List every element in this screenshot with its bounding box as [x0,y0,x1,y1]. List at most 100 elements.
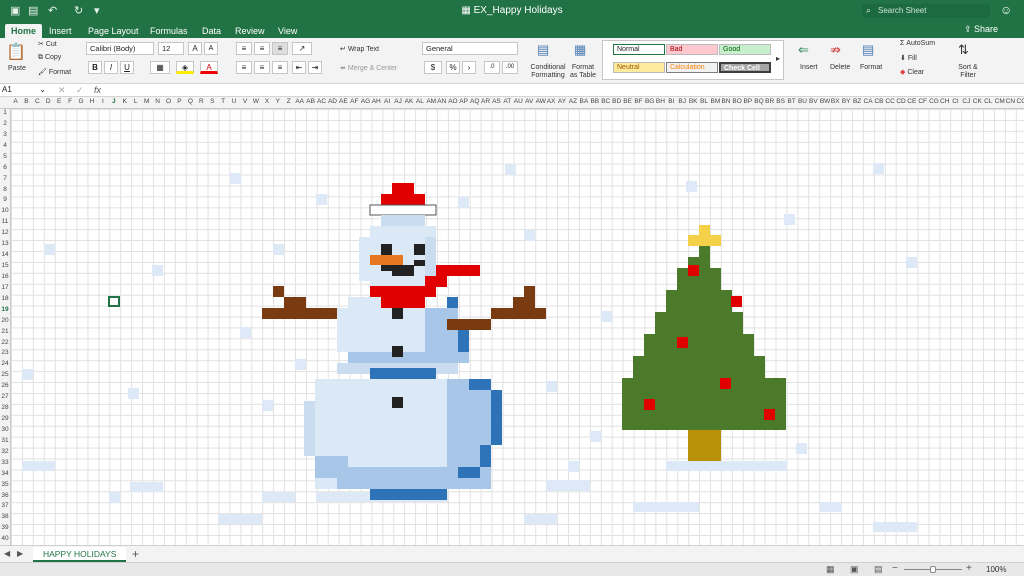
feedback-smiley-icon[interactable]: ☺ [1000,3,1012,17]
align-left-button[interactable]: ≡ [236,61,252,74]
title-bar: ▣ ▤ ↶ ↻ ▾ ▦ EX_Happy Holidays ⌕ Search Sh… [0,0,1024,22]
clear-button[interactable]: ◆ Clear [900,68,924,76]
number-format-select[interactable]: General [422,42,518,55]
ribbon: 📋 Paste ✂ Cut ⧉ Copy 🖌 Format Calibri (B… [0,38,1024,84]
fill-color-button[interactable]: ◈ [176,61,194,74]
page-break-view-icon[interactable]: ▤ [874,564,883,575]
cut-label: Cut [45,41,57,48]
christmas-tree-pixel-art [622,225,786,461]
tab-page-layout[interactable]: Page Layout [82,24,145,38]
status-bar: ▦ ▣ ▤ − + 100% [0,562,1024,576]
paste-button[interactable]: Paste [8,65,26,72]
copy-icon: ⧉ [38,54,45,61]
format-painter-label: Format [48,69,72,76]
share-button[interactable]: ⇪ Share [964,24,998,35]
sheet-tab-happy-holidays[interactable]: HAPPY HOLIDAYS [33,547,127,562]
wrap-text-button[interactable]: ↵ Wrap Text [340,45,379,53]
fill-button[interactable]: ⬇ Fill [900,54,917,62]
tab-data[interactable]: Data [196,24,227,38]
tab-home[interactable]: Home [5,24,43,38]
style-normal[interactable]: Normal [613,44,665,55]
formula-input[interactable] [108,85,1018,96]
style-calculation[interactable]: Calculation [666,62,718,73]
ribbon-tabs: Home Insert Page Layout Formulas Data Re… [0,22,1024,38]
search-placeholder: Search Sheet [878,6,927,15]
next-sheet-icon[interactable]: ▶ [17,549,23,558]
add-sheet-button[interactable]: + [132,547,139,561]
currency-button[interactable]: $ [424,61,442,74]
format-as-table-icon[interactable]: ▦ [574,42,586,58]
name-box-value: A1 [2,85,12,94]
increase-font-button[interactable]: A [188,42,202,55]
zoom-level[interactable]: 100% [986,565,1006,574]
share-icon: ⇪ [964,24,975,34]
merge-center-button[interactable]: ⬌ Merge & Center [340,64,397,72]
align-right-button[interactable]: ≡ [272,61,288,74]
format-cells-icon[interactable]: ▤ [862,42,874,58]
autosum-button[interactable]: Σ AutoSum [900,40,935,47]
formula-bar: A1 ⌄ ✕ ✓ fx [0,84,1024,97]
cancel-icon[interactable]: ✕ [58,85,66,96]
font-color-button[interactable]: A [200,61,218,74]
bold-button[interactable]: B [88,61,102,74]
prev-sheet-icon[interactable]: ◀ [4,549,10,558]
delete-cells-button[interactable]: Delete [830,64,850,71]
search-sheet-input[interactable]: ⌕ Search Sheet [862,4,990,18]
sort-filter-button[interactable]: Sort & Filter [952,64,984,80]
decrease-decimal-button[interactable]: .00 [502,61,518,74]
page-layout-view-icon[interactable]: ▣ [850,564,859,575]
decrease-font-button[interactable]: A [204,42,218,55]
name-box[interactable]: A1 ⌄ [2,85,48,96]
font-family-select[interactable]: Calibri (Body) [86,42,154,55]
style-neutral[interactable]: Neutral [613,62,665,73]
style-bad[interactable]: Bad [666,44,718,55]
borders-button[interactable]: ▦ [150,61,170,74]
tab-view[interactable]: View [272,24,303,38]
align-center-button[interactable]: ≡ [254,61,270,74]
font-size-select[interactable]: 12 [158,42,184,55]
style-good[interactable]: Good [719,44,771,55]
tab-formulas[interactable]: Formulas [144,24,194,38]
fill-label: Fill [907,55,917,62]
comma-button[interactable]: › [462,61,476,74]
zoom-slider-thumb[interactable] [930,566,936,573]
sort-filter-icon[interactable]: ⇅ [958,42,969,58]
orientation-button[interactable]: ↗ [292,42,312,55]
percent-button[interactable]: % [446,61,460,74]
clear-label: Clear [907,69,925,76]
tab-insert[interactable]: Insert [43,24,78,38]
italic-button[interactable]: I [104,61,118,74]
increase-decimal-button[interactable]: .0 [484,61,500,74]
underline-button[interactable]: U [120,61,134,74]
styles-more-icon[interactable]: ▸ [776,54,780,63]
excel-file-icon: ▦ [461,5,474,16]
zoom-out-button[interactable]: − [892,563,898,574]
decrease-indent-button[interactable]: ⇤ [292,61,306,74]
enter-icon[interactable]: ✓ [76,85,84,96]
format-as-table-button[interactable]: Format as Table [568,64,598,80]
search-icon: ⌕ [866,5,872,15]
align-bottom-button[interactable]: ≡ [272,42,288,55]
insert-cells-icon[interactable]: ⇐ [798,42,809,58]
normal-view-icon[interactable]: ▦ [826,564,835,575]
align-top-button[interactable]: ≡ [236,42,252,55]
copy-button[interactable]: ⧉ Copy [38,54,61,62]
document-title-text: EX_Happy Holidays [473,5,563,16]
format-painter-button[interactable]: 🖌 Format [38,68,71,76]
wrap-text-label: Wrap Text [347,46,380,53]
copy-label: Copy [44,54,62,61]
function-icon[interactable]: fx [94,85,101,95]
conditional-formatting-icon[interactable]: ▤ [537,42,549,58]
format-cells-button[interactable]: Format [860,64,882,71]
paste-icon[interactable]: 📋 [6,42,26,62]
increase-indent-button[interactable]: ⇥ [308,61,322,74]
tab-review[interactable]: Review [229,24,271,38]
zoom-in-button[interactable]: + [966,563,972,574]
style-check-cell[interactable]: Check Cell [719,62,771,73]
cut-button[interactable]: ✂ Cut [38,40,57,48]
align-middle-button[interactable]: ≡ [254,42,270,55]
name-box-dropdown-icon[interactable]: ⌄ [39,85,46,94]
delete-cells-icon[interactable]: ⇏ [830,42,841,58]
conditional-formatting-button[interactable]: Conditional Formatting [528,64,568,80]
insert-cells-button[interactable]: Insert [800,64,818,71]
